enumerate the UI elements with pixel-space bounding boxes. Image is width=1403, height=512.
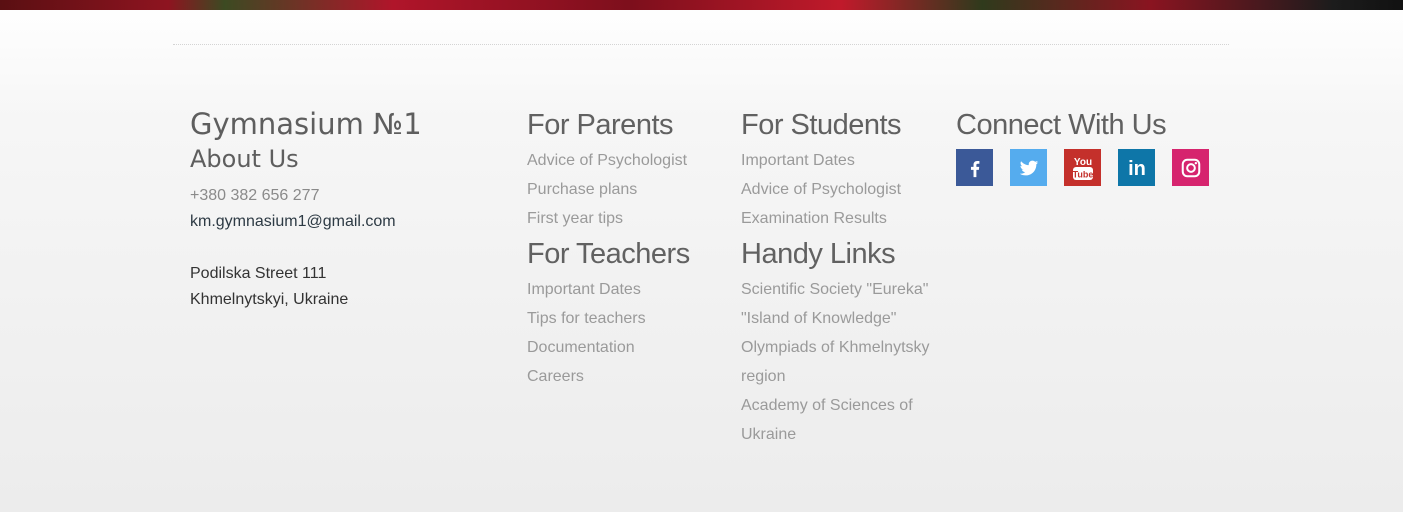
for-teachers-heading: For Teachers — [527, 238, 690, 270]
linkedin-text: in — [1128, 158, 1146, 180]
about-us-heading: About Us — [190, 145, 299, 173]
footer-link[interactable]: Olympiads of Khmelnytsky region — [741, 333, 941, 391]
social-icons: You Tube in — [956, 149, 1236, 186]
footer-link[interactable]: Academy of Sciences of Ukraine — [741, 391, 941, 449]
footer-link[interactable]: Tips for teachers — [527, 304, 727, 333]
school-title: Gymnasium №1 — [190, 107, 422, 141]
teachers-links: Important Dates Tips for teachers Docume… — [527, 275, 727, 391]
address-line-2: Khmelnytskyi, Ukraine — [190, 291, 349, 308]
footer-link[interactable]: Important Dates — [741, 146, 941, 175]
footer-link[interactable]: "Island of Knowledge" — [741, 304, 941, 333]
footer-link[interactable]: Important Dates — [527, 275, 727, 304]
youtube-icon[interactable]: You Tube — [1064, 149, 1101, 186]
connect-heading: Connect With Us — [956, 109, 1167, 141]
address-line-1: Podilska Street 111 — [190, 265, 327, 282]
handy-links-heading: Handy Links — [741, 238, 896, 270]
for-parents-heading: For Parents — [527, 109, 674, 141]
handy-links: Scientific Society "Eureka" "Island of K… — [741, 275, 941, 449]
footer-link[interactable]: First year tips — [527, 204, 727, 233]
parents-teachers-column: For Parents Advice of Psychologist Purch… — [527, 104, 727, 391]
youtube-text-you: You — [1073, 157, 1091, 168]
hero-image-strip — [0, 0, 1403, 10]
footer-link[interactable]: Examination Results — [741, 204, 941, 233]
youtube-text-tube: Tube — [1072, 169, 1093, 179]
for-students-heading: For Students — [741, 109, 902, 141]
twitter-icon[interactable] — [1010, 149, 1047, 186]
footer-link[interactable]: Advice of Psychologist — [741, 175, 941, 204]
connect-column: Connect With Us You Tube in — [956, 104, 1236, 186]
parents-links: Advice of Psychologist Purchase plans Fi… — [527, 146, 727, 233]
footer-link[interactable]: Scientific Society "Eureka" — [741, 275, 941, 304]
email-link[interactable]: km.gymnasium1@gmail.com — [190, 209, 510, 235]
footer-link[interactable]: Documentation — [527, 333, 727, 362]
linkedin-icon[interactable]: in — [1118, 149, 1155, 186]
address: Podilska Street 111 Khmelnytskyi, Ukrain… — [190, 261, 510, 313]
about-column: Gymnasium №1 About Us +380 382 656 277 k… — [190, 104, 510, 313]
footer-link[interactable]: Purchase plans — [527, 175, 727, 204]
students-links: Important Dates Advice of Psychologist E… — [741, 146, 941, 233]
facebook-icon[interactable] — [956, 149, 993, 186]
phone-number[interactable]: +380 382 656 277 — [190, 183, 510, 209]
students-handy-column: For Students Important Dates Advice of P… — [741, 104, 941, 449]
footer-divider — [173, 44, 1229, 45]
footer-link[interactable]: Careers — [527, 362, 727, 391]
instagram-icon[interactable] — [1172, 149, 1209, 186]
footer-link[interactable]: Advice of Psychologist — [527, 146, 727, 175]
